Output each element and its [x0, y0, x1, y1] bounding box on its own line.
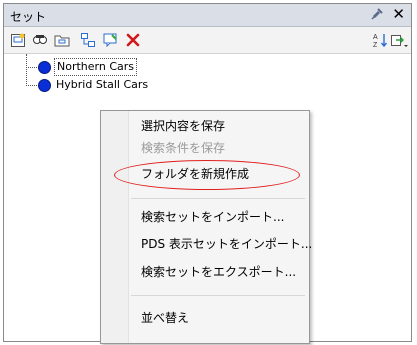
search-set-icon — [38, 78, 51, 92]
save-search-icon[interactable] — [32, 32, 48, 48]
sort-icon[interactable]: A Z — [372, 32, 388, 48]
tree-item-hybrid-stall-cars[interactable]: Hybrid Stall Cars — [38, 76, 150, 94]
rename-icon[interactable] — [80, 32, 96, 48]
svg-text:A: A — [373, 34, 378, 41]
menu-item-import-search-set[interactable]: 検索セットをインポート... — [101, 206, 309, 228]
search-set-icon — [38, 60, 51, 74]
svg-text:Z: Z — [373, 42, 378, 48]
menu-item-sort[interactable]: 並べ替え — [101, 307, 309, 329]
tree-item-northern-cars[interactable]: Northern Cars — [38, 58, 138, 76]
pin-icon[interactable] — [369, 6, 385, 22]
tree-item-label: Northern Cars — [54, 58, 138, 76]
update-icon[interactable] — [102, 32, 118, 48]
panel-titlebar: セット ✕ — [4, 4, 411, 27]
tree-item-label: Hybrid Stall Cars — [56, 78, 149, 91]
context-menu: 選択内容を保存 検索条件を保存 フォルダを新規作成 検索セットをインポート...… — [100, 110, 312, 344]
menu-separator — [131, 198, 305, 199]
toolbar: A Z — [4, 27, 411, 54]
new-folder-icon[interactable] — [54, 32, 70, 48]
menu-item-save-search: 検索条件を保存 — [141, 141, 226, 155]
panel-title: セット — [10, 10, 47, 24]
delete-icon[interactable] — [125, 32, 141, 48]
menu-item-import-pds-set[interactable]: PDS 表示セットをインポート... — [101, 233, 312, 255]
save-selection-icon[interactable] — [10, 32, 26, 48]
menu-separator — [131, 295, 305, 296]
close-icon[interactable]: ✕ — [392, 4, 405, 24]
menu-item-export-search-set[interactable]: 検索セットをエクスポート... — [101, 261, 309, 283]
import-export-icon[interactable] — [390, 32, 408, 48]
menu-item-save-selection[interactable]: 選択内容を保存 — [101, 115, 309, 137]
annotation-highlight-ellipse — [114, 160, 300, 190]
